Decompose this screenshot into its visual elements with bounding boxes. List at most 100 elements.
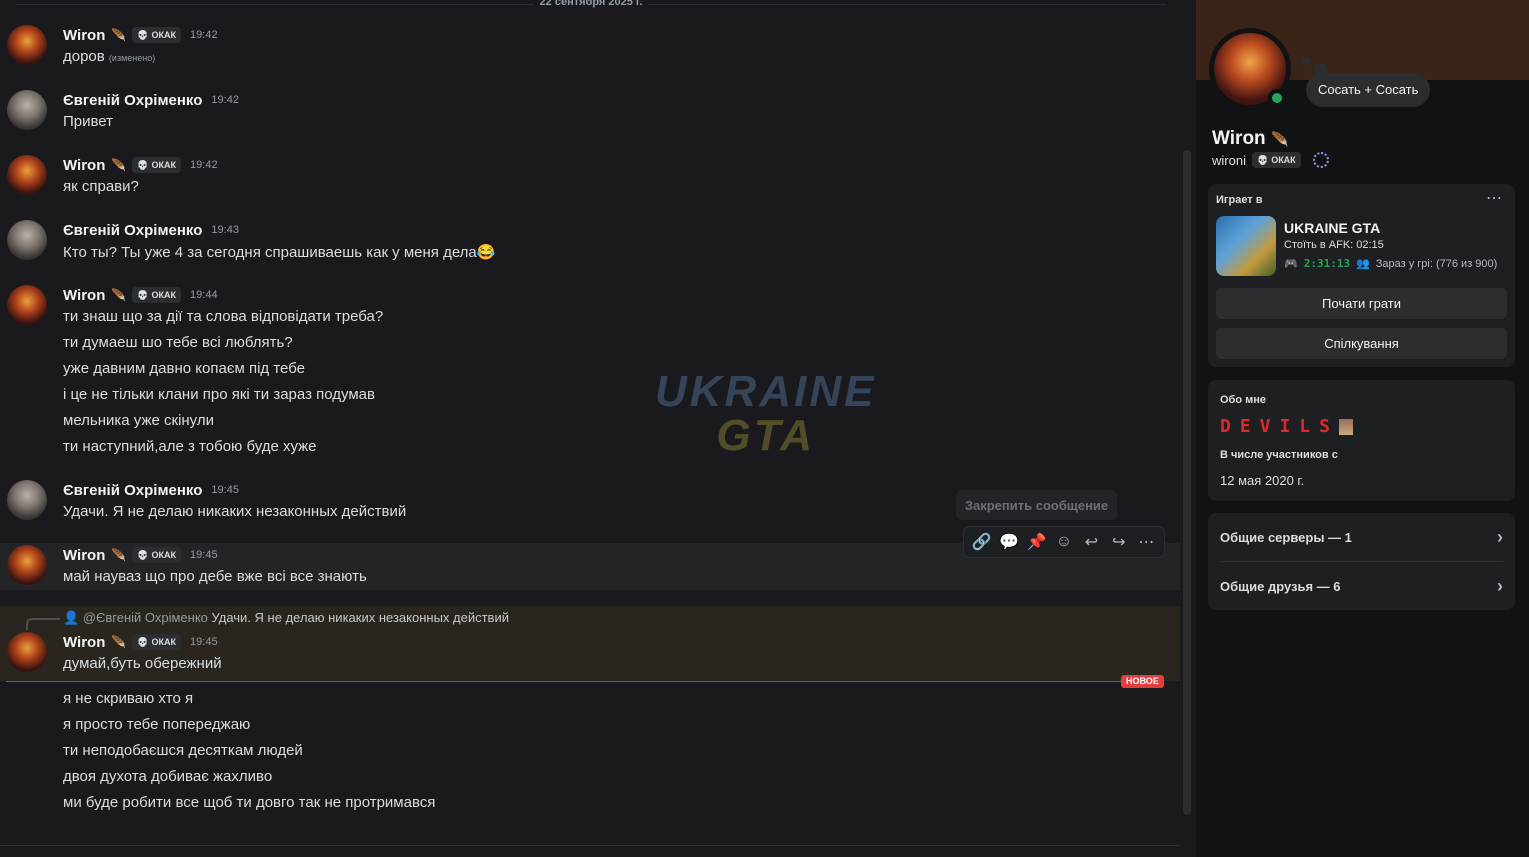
skull-icon: 💀 <box>137 159 149 170</box>
chat-button[interactable]: Спілкування <box>1216 328 1507 359</box>
link-icon[interactable]: 🔗 <box>971 532 993 552</box>
date-divider: 22 сентября 2025 г. <box>16 0 1166 8</box>
profile-display-name: Wiron <box>1212 128 1266 149</box>
skull-icon: 💀 <box>1256 154 1269 165</box>
more-icon[interactable]: ⋯ <box>1486 188 1503 208</box>
server-tag[interactable]: 💀 ОКАК <box>1251 152 1301 168</box>
mini-avatar-icon: 👤 <box>63 610 80 625</box>
message-header: Wiron 🪶 💀 ОКАК 19:42 <box>63 155 218 175</box>
game-icon[interactable] <box>1216 216 1276 276</box>
message-line: Удачи. Я не делаю никаких незаконных дей… <box>63 503 407 520</box>
timestamp[interactable]: 19:45 <box>190 636 218 648</box>
mutual-servers-label: Общие серверы — 1 <box>1220 529 1352 545</box>
avatar[interactable] <box>7 632 47 672</box>
online-status-icon <box>1268 89 1286 107</box>
timestamp[interactable]: 19:42 <box>190 159 218 171</box>
reply-text: Удачи. Я не делаю никаких незаконных дей… <box>211 610 509 625</box>
username[interactable]: Wiron <box>63 287 105 304</box>
fire-badge-icon: 🪶 <box>111 635 127 649</box>
server-tag[interactable]: 💀 ОКАК <box>132 634 182 650</box>
message-line: думай,буть обережний <box>63 655 222 672</box>
timestamp[interactable]: 19:42 <box>190 29 218 41</box>
username[interactable]: Євгеній Охріменко <box>63 92 202 109</box>
avatar[interactable] <box>7 480 47 520</box>
timestamp[interactable]: 19:43 <box>211 224 239 236</box>
username[interactable]: Євгеній Охріменко <box>63 222 202 239</box>
forward-icon[interactable]: ↪ <box>1108 532 1130 552</box>
edited-label: (изменено) <box>108 53 156 63</box>
pin-icon[interactable]: 📌 <box>1026 532 1048 552</box>
reply-mention[interactable]: @Євгеній Охріменко <box>83 610 208 625</box>
about-text-value: DEVILS <box>1220 416 1340 437</box>
play-button[interactable]: Почати грати <box>1216 288 1507 319</box>
reply-preview[interactable]: 👤 @Євгеній Охріменко Удачи. Я не делаю н… <box>63 610 509 626</box>
about-card: Обо мне DEVILS В числе участников с 12 м… <box>1208 380 1515 501</box>
watermark-line: GTA <box>716 411 816 460</box>
timestamp[interactable]: 19:42 <box>211 94 239 106</box>
reply-icon[interactable]: ↩ <box>1080 532 1102 552</box>
pin-tooltip: Закрепить сообщение <box>956 490 1117 520</box>
game-stats: 🎮 2:31:13 👥 Зараз у грі: (776 из 900) <box>1284 257 1497 270</box>
server-tag[interactable]: 💀 ОКАК <box>132 157 182 173</box>
server-tag[interactable]: 💀 ОКАК <box>132 287 182 303</box>
message-line: двоя духота добиває жахливо <box>63 768 273 785</box>
scrollbar[interactable] <box>1183 150 1191 815</box>
avatar[interactable] <box>7 90 47 130</box>
timestamp[interactable]: 19:44 <box>190 289 218 301</box>
thread-icon[interactable]: 💬 <box>998 532 1020 552</box>
username[interactable]: Wiron <box>63 27 105 44</box>
chat-area: 22 сентября 2025 г. Wiron 🪶 💀 ОКАК 19:42 … <box>0 0 1196 857</box>
message-header: Wiron 🪶 💀 ОКАК 19:44 <box>63 285 218 305</box>
server-tag[interactable]: 💀 ОКАК <box>132 547 182 563</box>
fire-badge-icon: 🪶 <box>111 158 127 172</box>
message-line: ти знаш що за дії та слова відповідати т… <box>63 308 384 325</box>
username[interactable]: Wiron <box>63 634 105 651</box>
timestamp[interactable]: 19:45 <box>190 549 218 561</box>
emoji-icon[interactable]: ☺ <box>1053 533 1075 551</box>
avatar[interactable] <box>7 25 47 65</box>
member-since-header: В числе участников с <box>1220 449 1338 461</box>
status-bubble-dot <box>1302 57 1311 66</box>
message-text: доров (изменено) <box>63 48 155 65</box>
message-line: доров <box>63 48 105 65</box>
watermark-line: UKRAINE <box>655 367 877 416</box>
new-messages-divider <box>6 681 1164 682</box>
game-afk-status: Стоїть в AFK: 02:15 <box>1284 239 1384 251</box>
server-tag-label: ОКАК <box>151 160 177 170</box>
fire-badge-icon: 🪶 <box>111 28 127 42</box>
mutual-friends-row[interactable]: Общие друзья — 6 › <box>1208 562 1515 610</box>
message-line: ми буде робити все щоб ти довго так не п… <box>63 794 436 811</box>
server-tag[interactable]: 💀 ОКАК <box>132 27 182 43</box>
fire-badge-icon: 🪶 <box>111 548 127 562</box>
ukraine-gta-watermark: UKRAINE GTA <box>655 370 876 458</box>
fire-badge-icon: 🪶 <box>1270 131 1289 147</box>
message-line: Привет <box>63 113 114 130</box>
avatar[interactable] <box>7 155 47 195</box>
skull-icon: 💀 <box>137 636 149 647</box>
mutual-servers-row[interactable]: Общие серверы — 1 › <box>1208 513 1515 561</box>
skull-icon: 💀 <box>137 29 149 40</box>
message-toolbar: 🔗 💬 📌 ☺ ↩ ↪ ⋯ <box>963 526 1165 558</box>
profile-name: Wiron 🪶 <box>1212 128 1288 150</box>
timestamp[interactable]: 19:45 <box>211 484 239 496</box>
nitro-badge-icon[interactable] <box>1312 152 1329 168</box>
avatar[interactable] <box>7 285 47 325</box>
message-line: я просто тебе попереджаю <box>63 716 251 733</box>
server-tag-label: ОКАК <box>151 30 177 40</box>
avatar[interactable] <box>7 220 47 260</box>
avatar[interactable] <box>7 545 47 585</box>
username[interactable]: Wiron <box>63 547 105 564</box>
username[interactable]: Wiron <box>63 157 105 174</box>
message-header: Євгеній Охріменко 19:42 <box>63 90 239 110</box>
new-badge: НОВОЕ <box>1121 675 1164 688</box>
username[interactable]: Євгеній Охріменко <box>63 482 202 499</box>
users-icon: 👥 <box>1356 258 1370 270</box>
message-header: Євгеній Охріменко 19:43 <box>63 220 239 240</box>
avatar-emoji-icon <box>1339 419 1354 435</box>
date-label: 22 сентября 2025 г. <box>533 0 649 8</box>
more-icon[interactable]: ⋯ <box>1135 532 1157 552</box>
message-line: як справи? <box>63 178 139 195</box>
server-tag-label: ОКАК <box>151 290 177 300</box>
member-since-date: 12 мая 2020 г. <box>1220 473 1305 488</box>
fire-badge-icon: 🪶 <box>111 288 127 302</box>
